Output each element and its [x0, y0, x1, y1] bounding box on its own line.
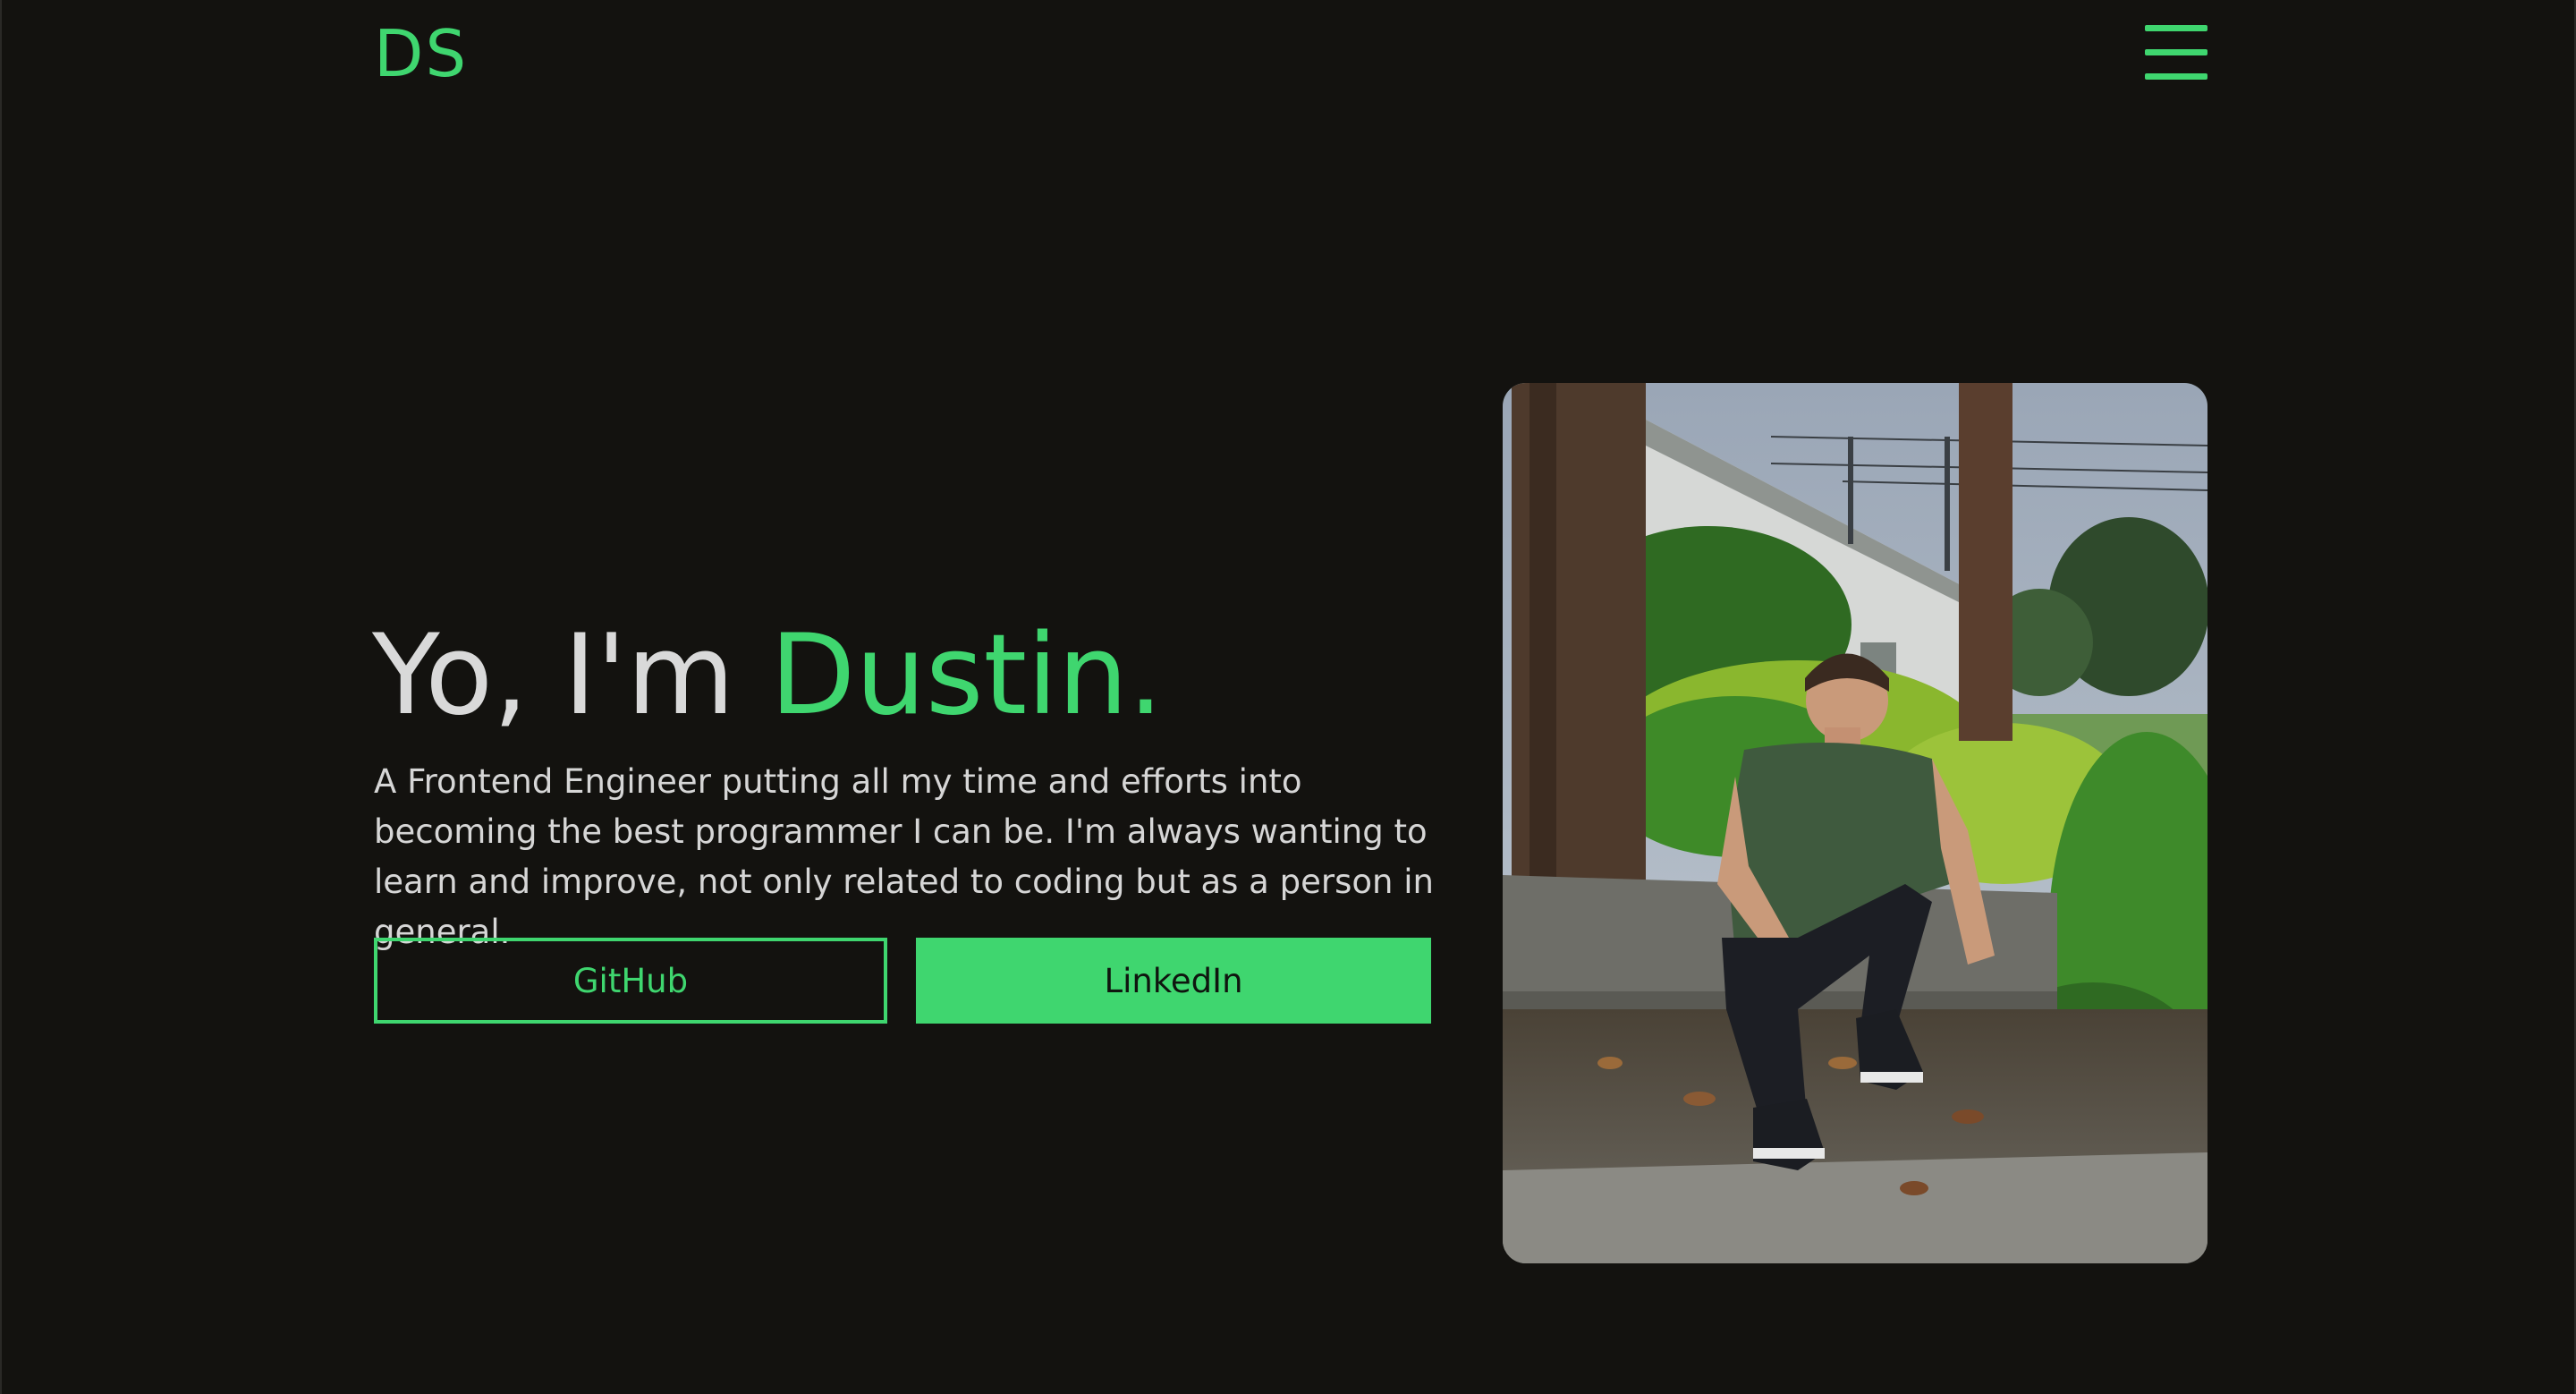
hero-headline: Yo, I'm Dustin.	[372, 608, 1164, 743]
menu-bar	[2145, 49, 2207, 55]
profile-photo	[1503, 383, 2207, 1263]
linkedin-button[interactable]: LinkedIn	[916, 938, 1431, 1024]
hero-name: Dustin.	[769, 611, 1164, 740]
menu-bar	[2145, 73, 2207, 80]
github-button[interactable]: GitHub	[374, 938, 887, 1024]
hero-bio: A Frontend Engineer putting all my time …	[374, 762, 1434, 951]
page: DS Yo, I'm Dustin. A Frontend Engineer p…	[0, 0, 2576, 1394]
hamburger-menu-icon[interactable]	[2145, 25, 2207, 81]
hero-greeting: Yo, I'm	[372, 611, 770, 740]
site-logo[interactable]: DS	[374, 18, 468, 89]
menu-bar	[2145, 25, 2207, 31]
profile-photo-illustration	[1503, 383, 2207, 1263]
